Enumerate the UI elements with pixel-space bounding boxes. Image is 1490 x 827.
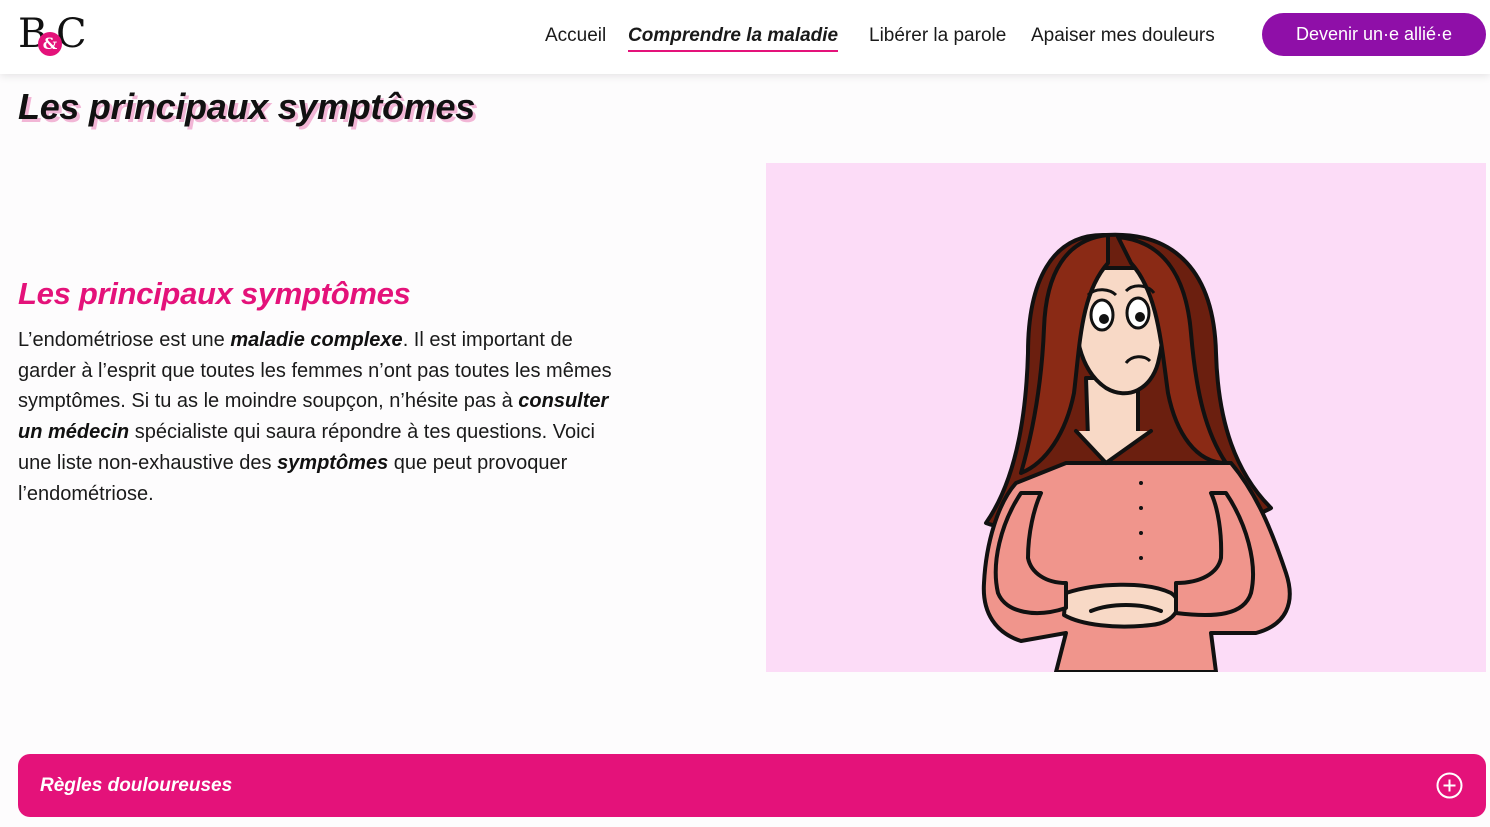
nav-comprendre-la-maladie[interactable]: Comprendre la maladie (628, 24, 839, 52)
accordion-label: Règles douloureuses (40, 775, 233, 796)
body-emphasis: symptômes (277, 451, 389, 474)
accordion-regles-douloureuses[interactable]: Règles douloureuses (18, 754, 1486, 817)
plus-circle-icon[interactable] (1436, 772, 1463, 799)
logo-ampersand: & (38, 32, 62, 56)
section-title: Les principaux symptômes (18, 276, 411, 311)
site-header: B C & Accueil Comprendre la maladie Libé… (0, 0, 1490, 74)
become-ally-button[interactable]: Devenir un·e allié·e (1262, 13, 1486, 56)
brand-logo[interactable]: B C & (18, 12, 88, 58)
nav-apaiser-mes-douleurs[interactable]: Apaiser mes douleurs (1031, 24, 1215, 48)
body-emphasis: maladie complexe (230, 329, 403, 351)
nav-accueil[interactable]: Accueil (545, 24, 606, 48)
nav-liberer-la-parole[interactable]: Libérer la parole (869, 24, 1006, 48)
woman-in-pain-illustration (766, 163, 1486, 672)
page-title: Les principaux symptômes (18, 86, 475, 127)
woman-illustration-svg (981, 232, 1292, 672)
section-body: L’endométriose est une maladie complexe.… (18, 325, 618, 509)
body-text: L’endométriose est une (18, 329, 231, 351)
